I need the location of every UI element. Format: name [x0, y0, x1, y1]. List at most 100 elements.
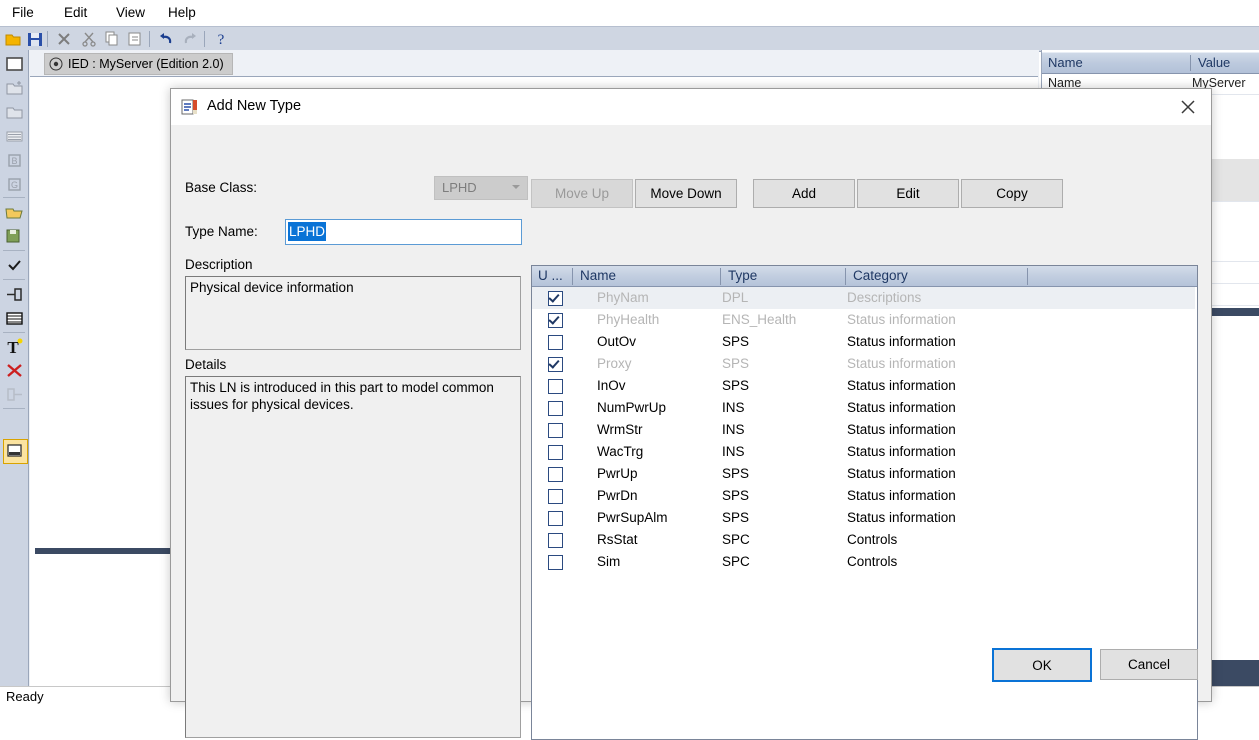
dialog-title-bar[interactable]: Add New Type	[171, 89, 1211, 125]
row-checkbox[interactable]	[548, 401, 563, 416]
row-checkbox[interactable]	[548, 445, 563, 460]
grid-column-divider[interactable]	[1027, 268, 1028, 285]
row-category: Status information	[847, 466, 956, 481]
document-tab[interactable]: IED : MyServer (Edition 2.0)	[44, 53, 233, 75]
menu-item-view[interactable]: View	[109, 3, 152, 23]
row-checkbox[interactable]	[548, 357, 563, 372]
table-row[interactable]: PwrUp SPS Status information	[532, 463, 1195, 485]
generic-icon[interactable]: G	[4, 174, 25, 195]
table-row[interactable]: PhyNam DPL Descriptions	[532, 287, 1195, 309]
row-checkbox[interactable]	[548, 511, 563, 526]
row-checkbox[interactable]	[548, 379, 563, 394]
row-category: Controls	[847, 554, 898, 569]
open-project-icon[interactable]	[4, 202, 25, 223]
type-name-label: Type Name:	[185, 224, 258, 239]
table-row[interactable]: WacTrg INS Status information	[532, 441, 1195, 463]
grid-column-divider[interactable]	[572, 268, 573, 285]
row-name: PhyHealth	[597, 312, 660, 327]
save-icon[interactable]	[26, 30, 44, 48]
grid-column-name[interactable]: Name	[574, 266, 616, 286]
folder-icon[interactable]	[4, 102, 25, 123]
row-checkbox[interactable]	[548, 467, 563, 482]
property-column-value[interactable]: Value	[1192, 53, 1230, 73]
column-divider[interactable]	[1190, 55, 1191, 71]
type-name-value: LPHD	[288, 222, 327, 241]
row-type: ENS_Health	[722, 312, 797, 327]
move-down-button[interactable]: Move Down	[635, 179, 737, 208]
paste-icon[interactable]	[126, 30, 144, 48]
base-class-dropdown[interactable]: LPHD	[434, 176, 528, 200]
table-row[interactable]: PwrDn SPS Status information	[532, 485, 1195, 507]
table-row[interactable]: Proxy SPS Status information	[532, 353, 1195, 375]
copy-button[interactable]: Copy	[961, 179, 1063, 208]
cut-icon[interactable]	[80, 30, 98, 48]
row-name: RsStat	[597, 532, 638, 547]
table-row[interactable]: RsStat SPC Controls	[532, 529, 1195, 551]
add-button[interactable]: Add	[753, 179, 855, 208]
redo-icon[interactable]	[181, 30, 199, 48]
add-type-icon	[181, 98, 199, 116]
copy-icon[interactable]	[103, 30, 121, 48]
dialog-body: Base Class: LPHD Type Name: LPHD Descrip…	[171, 125, 1211, 740]
import-icon[interactable]	[4, 384, 25, 405]
row-type: SPS	[722, 356, 750, 371]
open-folder-icon[interactable]	[4, 30, 22, 48]
details-textbox[interactable]: This LN is introduced in this part to mo…	[185, 376, 521, 738]
data-object-grid[interactable]: U ... Name Type Category PhyNam DPL Descri…	[531, 265, 1198, 740]
move-up-button[interactable]: Move Up	[531, 179, 633, 208]
edit-button[interactable]: Edit	[857, 179, 959, 208]
details-value: This LN is introduced in this part to mo…	[190, 380, 494, 412]
new-folder-icon[interactable]	[4, 78, 25, 99]
undo-icon[interactable]	[157, 30, 175, 48]
palette-separator	[3, 408, 25, 409]
row-checkbox[interactable]	[548, 489, 563, 504]
table-row[interactable]: PhyHealth ENS_Health Status information	[532, 309, 1195, 331]
table-row[interactable]: InOv SPS Status information	[532, 375, 1195, 397]
table-row[interactable]: PwrSupAlm SPS Status information	[532, 507, 1195, 529]
bay-icon[interactable]: B	[4, 150, 25, 171]
table-row[interactable]: Sim SPC Controls	[532, 551, 1195, 573]
row-type: INS	[722, 422, 745, 437]
row-checkbox[interactable]	[548, 291, 563, 306]
menu-item-file[interactable]: File	[5, 3, 41, 23]
close-icon[interactable]	[1165, 89, 1211, 125]
new-document-icon[interactable]	[4, 54, 25, 75]
row-checkbox[interactable]	[548, 533, 563, 548]
menu-item-help[interactable]: Help	[161, 3, 203, 23]
property-column-name[interactable]: Name	[1042, 53, 1083, 73]
table-icon[interactable]	[4, 308, 25, 329]
cancel-label: Cancel	[1127, 657, 1171, 672]
table-row[interactable]: NumPwrUp INS Status information	[532, 397, 1195, 419]
delete-red-icon[interactable]	[4, 360, 25, 381]
export-icon[interactable]	[4, 284, 25, 305]
grid-column-divider[interactable]	[845, 268, 846, 285]
type-name-input[interactable]: LPHD	[285, 219, 522, 245]
grid-column-category[interactable]: Category	[847, 266, 908, 286]
validate-check-icon[interactable]	[4, 255, 25, 276]
help-icon[interactable]: ?	[212, 30, 230, 48]
table-row[interactable]: WrmStr INS Status information	[532, 419, 1195, 441]
list-lines-icon[interactable]	[4, 126, 25, 147]
text-tool-icon[interactable]: T	[4, 336, 25, 357]
svg-text:?: ?	[218, 32, 225, 48]
table-row[interactable]: OutOv SPS Status information	[532, 331, 1195, 353]
row-name: Proxy	[597, 356, 632, 371]
row-checkbox[interactable]	[548, 555, 563, 570]
row-name: PwrUp	[597, 466, 638, 481]
description-value: Physical device information	[190, 280, 354, 295]
row-checkbox[interactable]	[548, 423, 563, 438]
selected-tool-highlight[interactable]	[3, 439, 28, 464]
row-checkbox[interactable]	[548, 335, 563, 350]
save-project-icon[interactable]	[4, 226, 25, 247]
grid-column-used[interactable]: U ...	[532, 266, 563, 286]
add-new-type-dialog: Add New Type Base Class: LPHD Type Name:…	[170, 88, 1212, 740]
row-checkbox[interactable]	[548, 313, 563, 328]
grid-column-divider[interactable]	[720, 268, 721, 285]
description-textbox[interactable]: Physical device information	[185, 276, 521, 350]
cancel-button[interactable]: Cancel	[1100, 649, 1198, 680]
delete-icon[interactable]	[55, 30, 73, 48]
row-name: PwrDn	[597, 488, 638, 503]
menu-item-edit[interactable]: Edit	[57, 3, 94, 23]
ok-button[interactable]: OK	[992, 648, 1092, 682]
grid-column-type[interactable]: Type	[722, 266, 757, 286]
